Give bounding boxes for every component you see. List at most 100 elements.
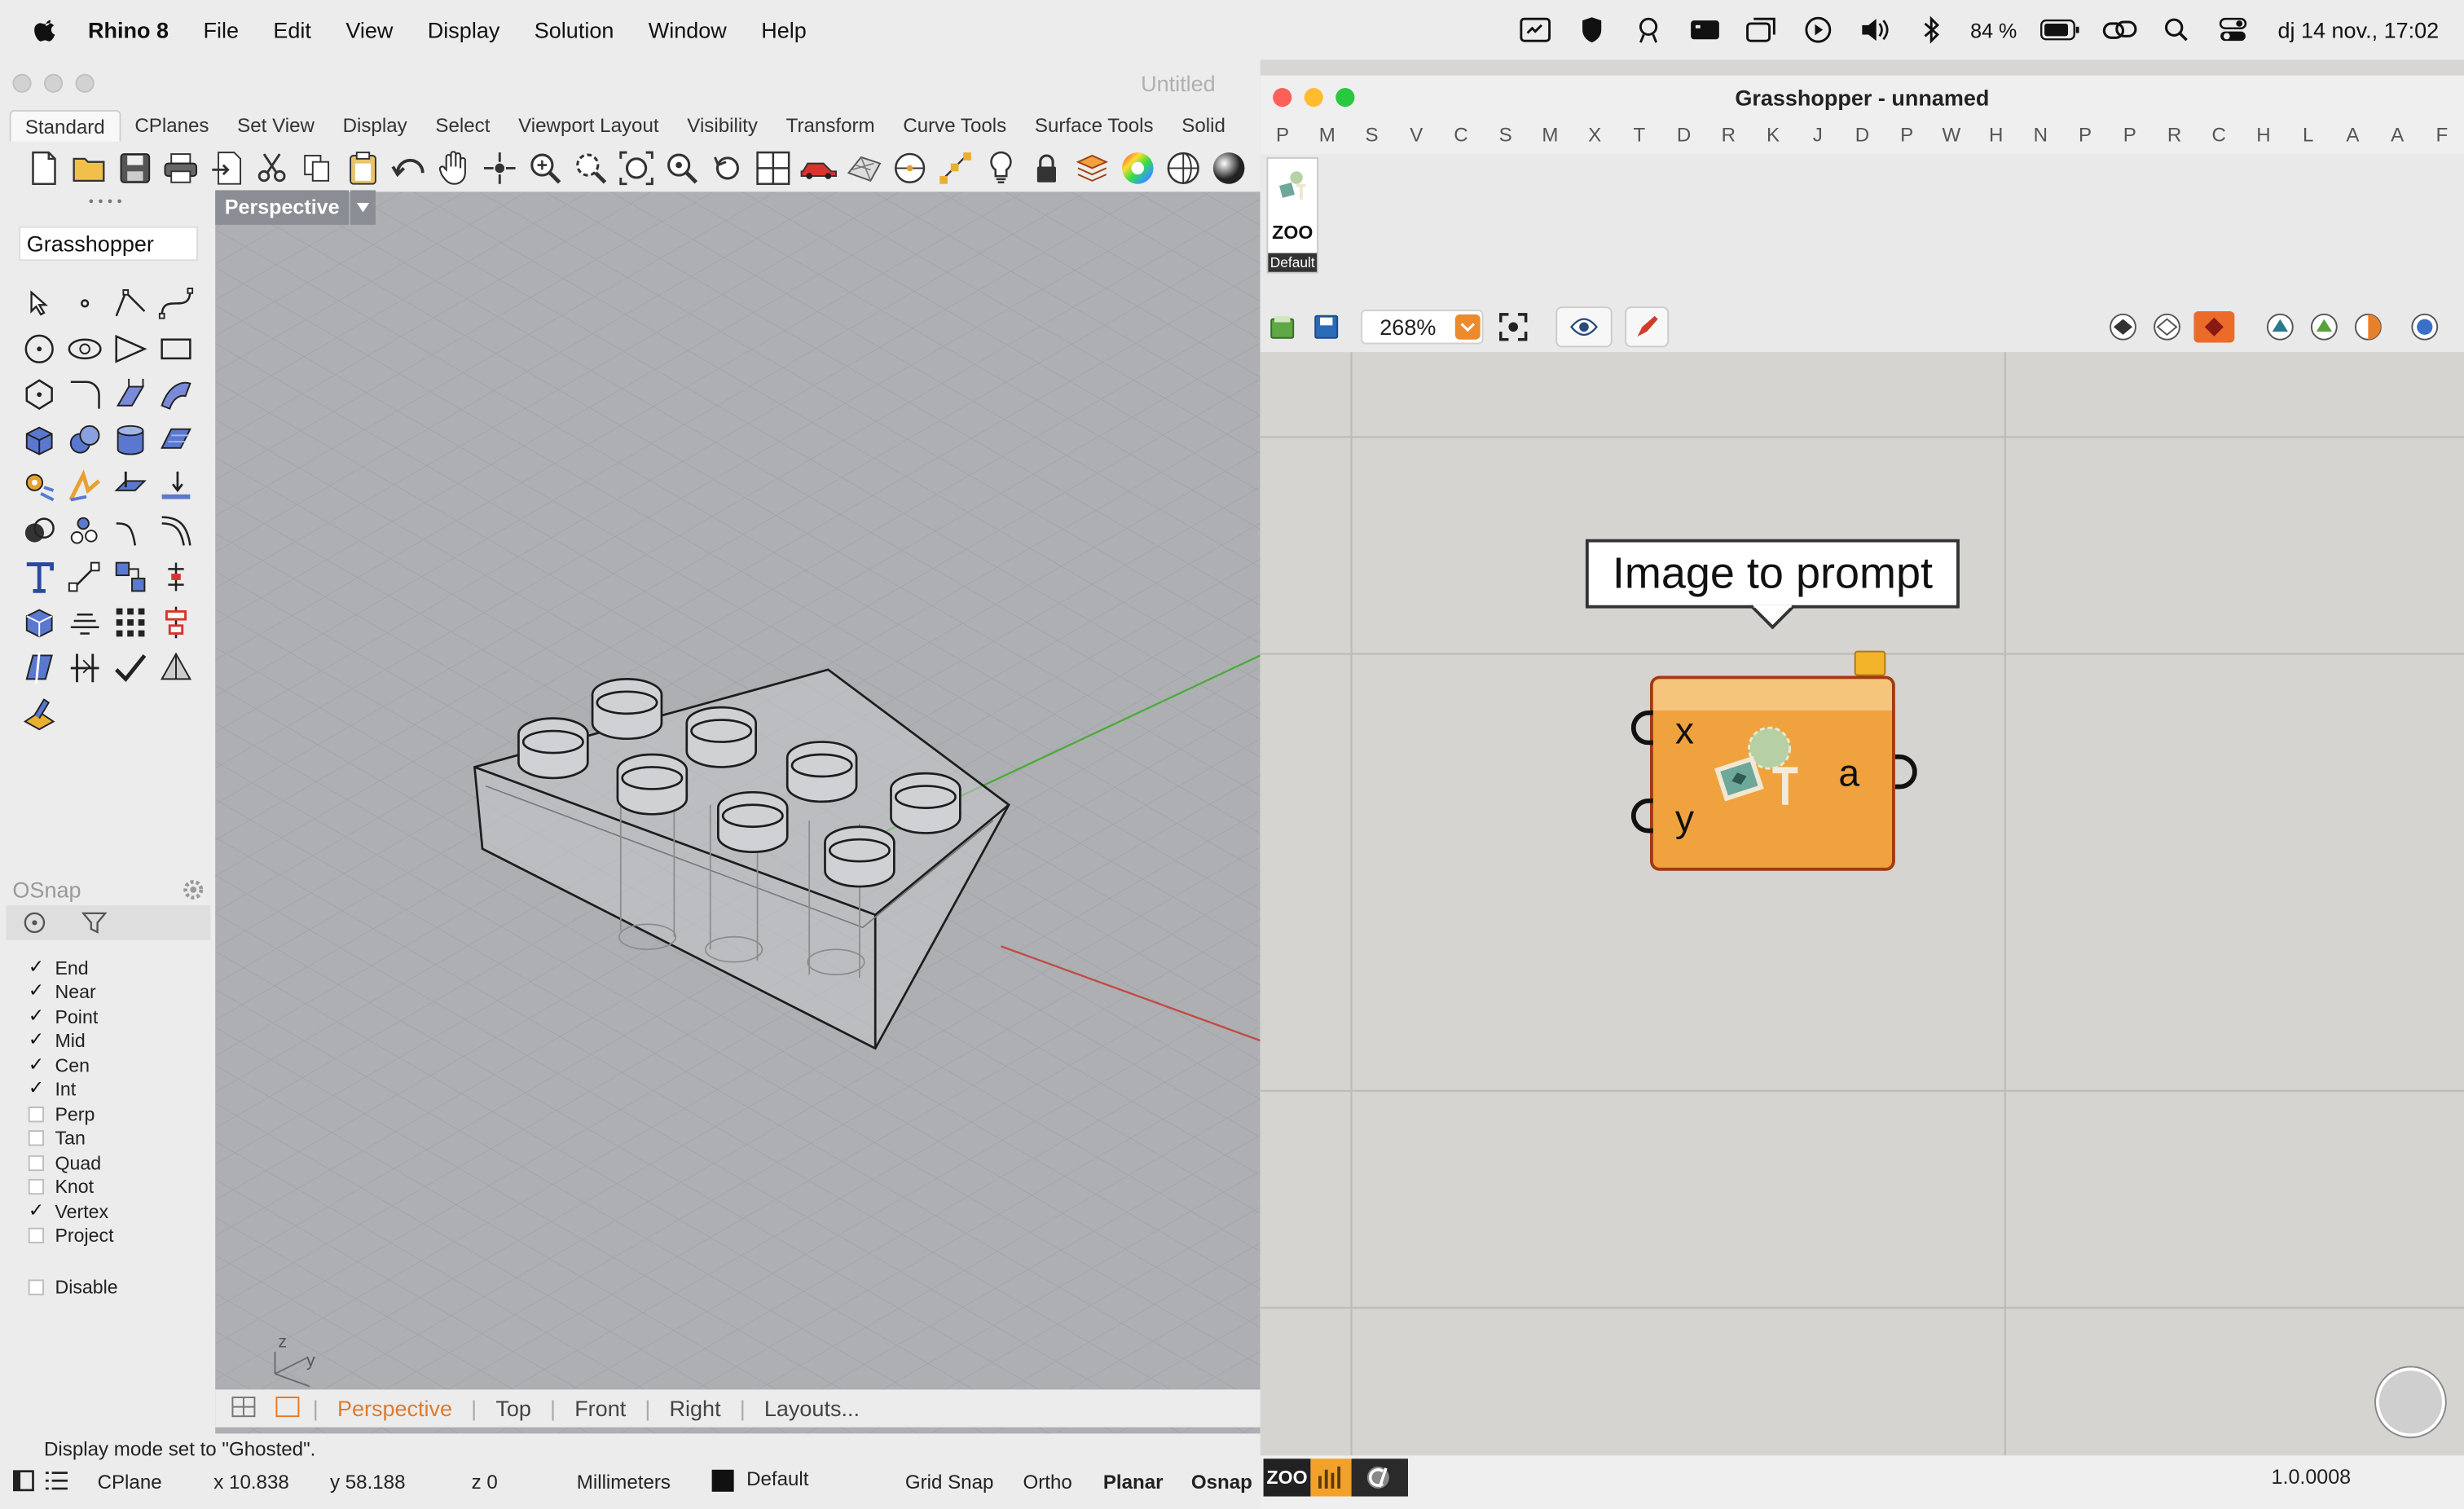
category-tab[interactable]: H bbox=[1973, 124, 2018, 152]
category-tab[interactable]: W bbox=[1929, 124, 1974, 152]
preview-wireframe-icon[interactable] bbox=[2105, 310, 2140, 347]
category-tab[interactable]: J bbox=[1795, 124, 1840, 152]
align-icon[interactable] bbox=[152, 599, 198, 645]
print-icon[interactable] bbox=[162, 149, 200, 187]
osnap-item-vertex[interactable]: ✓ Vertex bbox=[29, 1199, 211, 1224]
sphere-icon[interactable] bbox=[61, 416, 107, 462]
offset-icon[interactable] bbox=[152, 508, 198, 553]
curve-icon[interactable] bbox=[152, 279, 198, 325]
group-icon[interactable] bbox=[107, 553, 152, 599]
paste-icon[interactable] bbox=[344, 149, 381, 187]
osnap-checkbox[interactable]: ✓ bbox=[29, 1005, 44, 1024]
category-tab[interactable]: D bbox=[1661, 124, 1706, 152]
video-icon[interactable] bbox=[1687, 17, 1722, 42]
grasshopper-canvas[interactable]: Image to prompt x y a bbox=[1260, 352, 2464, 1456]
output-param-a[interactable]: a bbox=[1838, 753, 1859, 797]
osnap-checkbox[interactable] bbox=[28, 1130, 44, 1146]
layer-icon[interactable] bbox=[1073, 149, 1111, 187]
osnap-item-tan[interactable]: Tan bbox=[28, 1126, 211, 1150]
category-tab[interactable]: D bbox=[1840, 124, 1885, 152]
tab-top[interactable]: Top bbox=[477, 1396, 550, 1421]
category-tab[interactable]: P bbox=[2107, 124, 2152, 152]
rendered-sphere-icon[interactable] bbox=[1210, 149, 1247, 187]
copy-icon[interactable] bbox=[298, 149, 336, 187]
tab-cplanes[interactable]: CPlanes bbox=[121, 110, 223, 142]
perspective-viewport[interactable]: z y x bbox=[215, 191, 1261, 1450]
grid-array-icon[interactable] bbox=[107, 599, 152, 645]
menu-edit[interactable]: Edit bbox=[273, 17, 311, 42]
osnap-item-mid[interactable]: ✓ Mid bbox=[29, 1029, 211, 1054]
osnap-item-cen[interactable]: ✓ Cen bbox=[29, 1054, 211, 1078]
preview-shaded-icon[interactable] bbox=[2149, 310, 2184, 347]
check-icon[interactable] bbox=[107, 645, 152, 690]
circle-icon[interactable] bbox=[15, 325, 61, 371]
tab-curve-tools[interactable]: Curve Tools bbox=[889, 110, 1021, 142]
category-tab[interactable]: P bbox=[1261, 124, 1305, 152]
category-tab[interactable]: L bbox=[2286, 124, 2330, 152]
polygon-icon[interactable] bbox=[15, 371, 61, 416]
new-file-icon[interactable] bbox=[25, 149, 63, 187]
rhino-titlebar[interactable]: Untitled bbox=[0, 59, 1261, 107]
material-preview-icon[interactable] bbox=[2351, 310, 2385, 352]
tab-select[interactable]: Select bbox=[421, 110, 504, 142]
bake-icon[interactable] bbox=[2263, 310, 2297, 352]
trim-icon[interactable] bbox=[61, 645, 107, 690]
rectangle-icon[interactable] bbox=[152, 325, 198, 371]
tab-set-view[interactable]: Set View bbox=[223, 110, 328, 142]
tab-visibility[interactable]: Visibility bbox=[673, 110, 772, 142]
undo-view-icon[interactable] bbox=[709, 149, 746, 187]
planar-toggle[interactable]: Planar bbox=[1103, 1472, 1164, 1494]
render-mesh-icon[interactable] bbox=[846, 149, 883, 187]
viewport-name[interactable]: Perspective bbox=[215, 190, 350, 225]
chevron-down-icon[interactable] bbox=[350, 190, 376, 225]
zoom-extents-icon[interactable] bbox=[618, 149, 655, 187]
screen-sharing-icon[interactable] bbox=[1518, 17, 1552, 42]
cut-icon[interactable] bbox=[253, 149, 290, 187]
volume-icon[interactable] bbox=[1857, 17, 1891, 42]
project-icon[interactable] bbox=[152, 462, 198, 508]
osnap-target-icon[interactable] bbox=[22, 910, 47, 935]
lock-icon[interactable] bbox=[1027, 149, 1065, 187]
status-cplane[interactable]: CPlane bbox=[98, 1472, 162, 1494]
split-icon[interactable] bbox=[15, 645, 61, 690]
layout-icon[interactable] bbox=[275, 1395, 300, 1422]
status-layer[interactable]: Default bbox=[711, 1468, 808, 1492]
color-wheel-icon[interactable] bbox=[1119, 149, 1156, 187]
osnap-checkbox[interactable] bbox=[28, 1155, 44, 1171]
osnap-item-knot[interactable]: Knot bbox=[28, 1175, 211, 1199]
rhino-zoom-button[interactable] bbox=[75, 73, 95, 93]
dimension-icon[interactable] bbox=[61, 553, 107, 599]
preview-selected-icon[interactable] bbox=[2193, 310, 2235, 347]
viewport-layout-icon[interactable] bbox=[231, 1395, 256, 1422]
sphere-preview-icon[interactable] bbox=[2408, 310, 2442, 352]
spotlight-search-icon[interactable] bbox=[2158, 17, 2193, 42]
gear-icon[interactable] bbox=[183, 878, 205, 900]
select-arrow-icon[interactable] bbox=[15, 279, 61, 325]
boolean-icon[interactable] bbox=[15, 508, 61, 553]
category-tab[interactable]: T bbox=[1617, 124, 1661, 152]
plugin-wave-icon[interactable] bbox=[1310, 1458, 1352, 1497]
contour-icon[interactable] bbox=[61, 599, 107, 645]
zoom-extents-icon[interactable] bbox=[1499, 313, 1528, 349]
extrude-curve-icon[interactable] bbox=[107, 371, 152, 416]
tab-transform[interactable]: Transform bbox=[772, 110, 889, 142]
play-icon[interactable] bbox=[1801, 16, 1835, 43]
import-icon[interactable] bbox=[208, 149, 245, 187]
surface-icon[interactable] bbox=[152, 416, 198, 462]
category-tab[interactable]: A bbox=[2375, 124, 2420, 152]
zoo-component-tile[interactable]: ZOO Default bbox=[1266, 156, 1319, 274]
osnap-item-end[interactable]: ✓ End bbox=[29, 956, 211, 980]
category-tab[interactable]: H bbox=[2242, 124, 2286, 152]
osnap-checkbox[interactable] bbox=[28, 1106, 44, 1122]
osnap-checkbox[interactable] bbox=[28, 1228, 44, 1244]
solid-edit-icon[interactable] bbox=[15, 599, 61, 645]
preview-eye-icon[interactable] bbox=[1555, 306, 1613, 348]
osnap-checkbox[interactable]: ✓ bbox=[29, 1200, 44, 1219]
arc-icon[interactable] bbox=[107, 325, 152, 371]
open-document-icon[interactable] bbox=[1269, 315, 1295, 348]
osnap-item-project[interactable]: Project bbox=[28, 1224, 211, 1248]
osnap-checkbox[interactable]: ✓ bbox=[29, 957, 44, 975]
points-cloud-icon[interactable] bbox=[61, 508, 107, 553]
tab-layouts[interactable]: Layouts... bbox=[746, 1396, 878, 1421]
grasshopper-titlebar[interactable]: Grasshopper - unnamed bbox=[1261, 76, 2464, 120]
